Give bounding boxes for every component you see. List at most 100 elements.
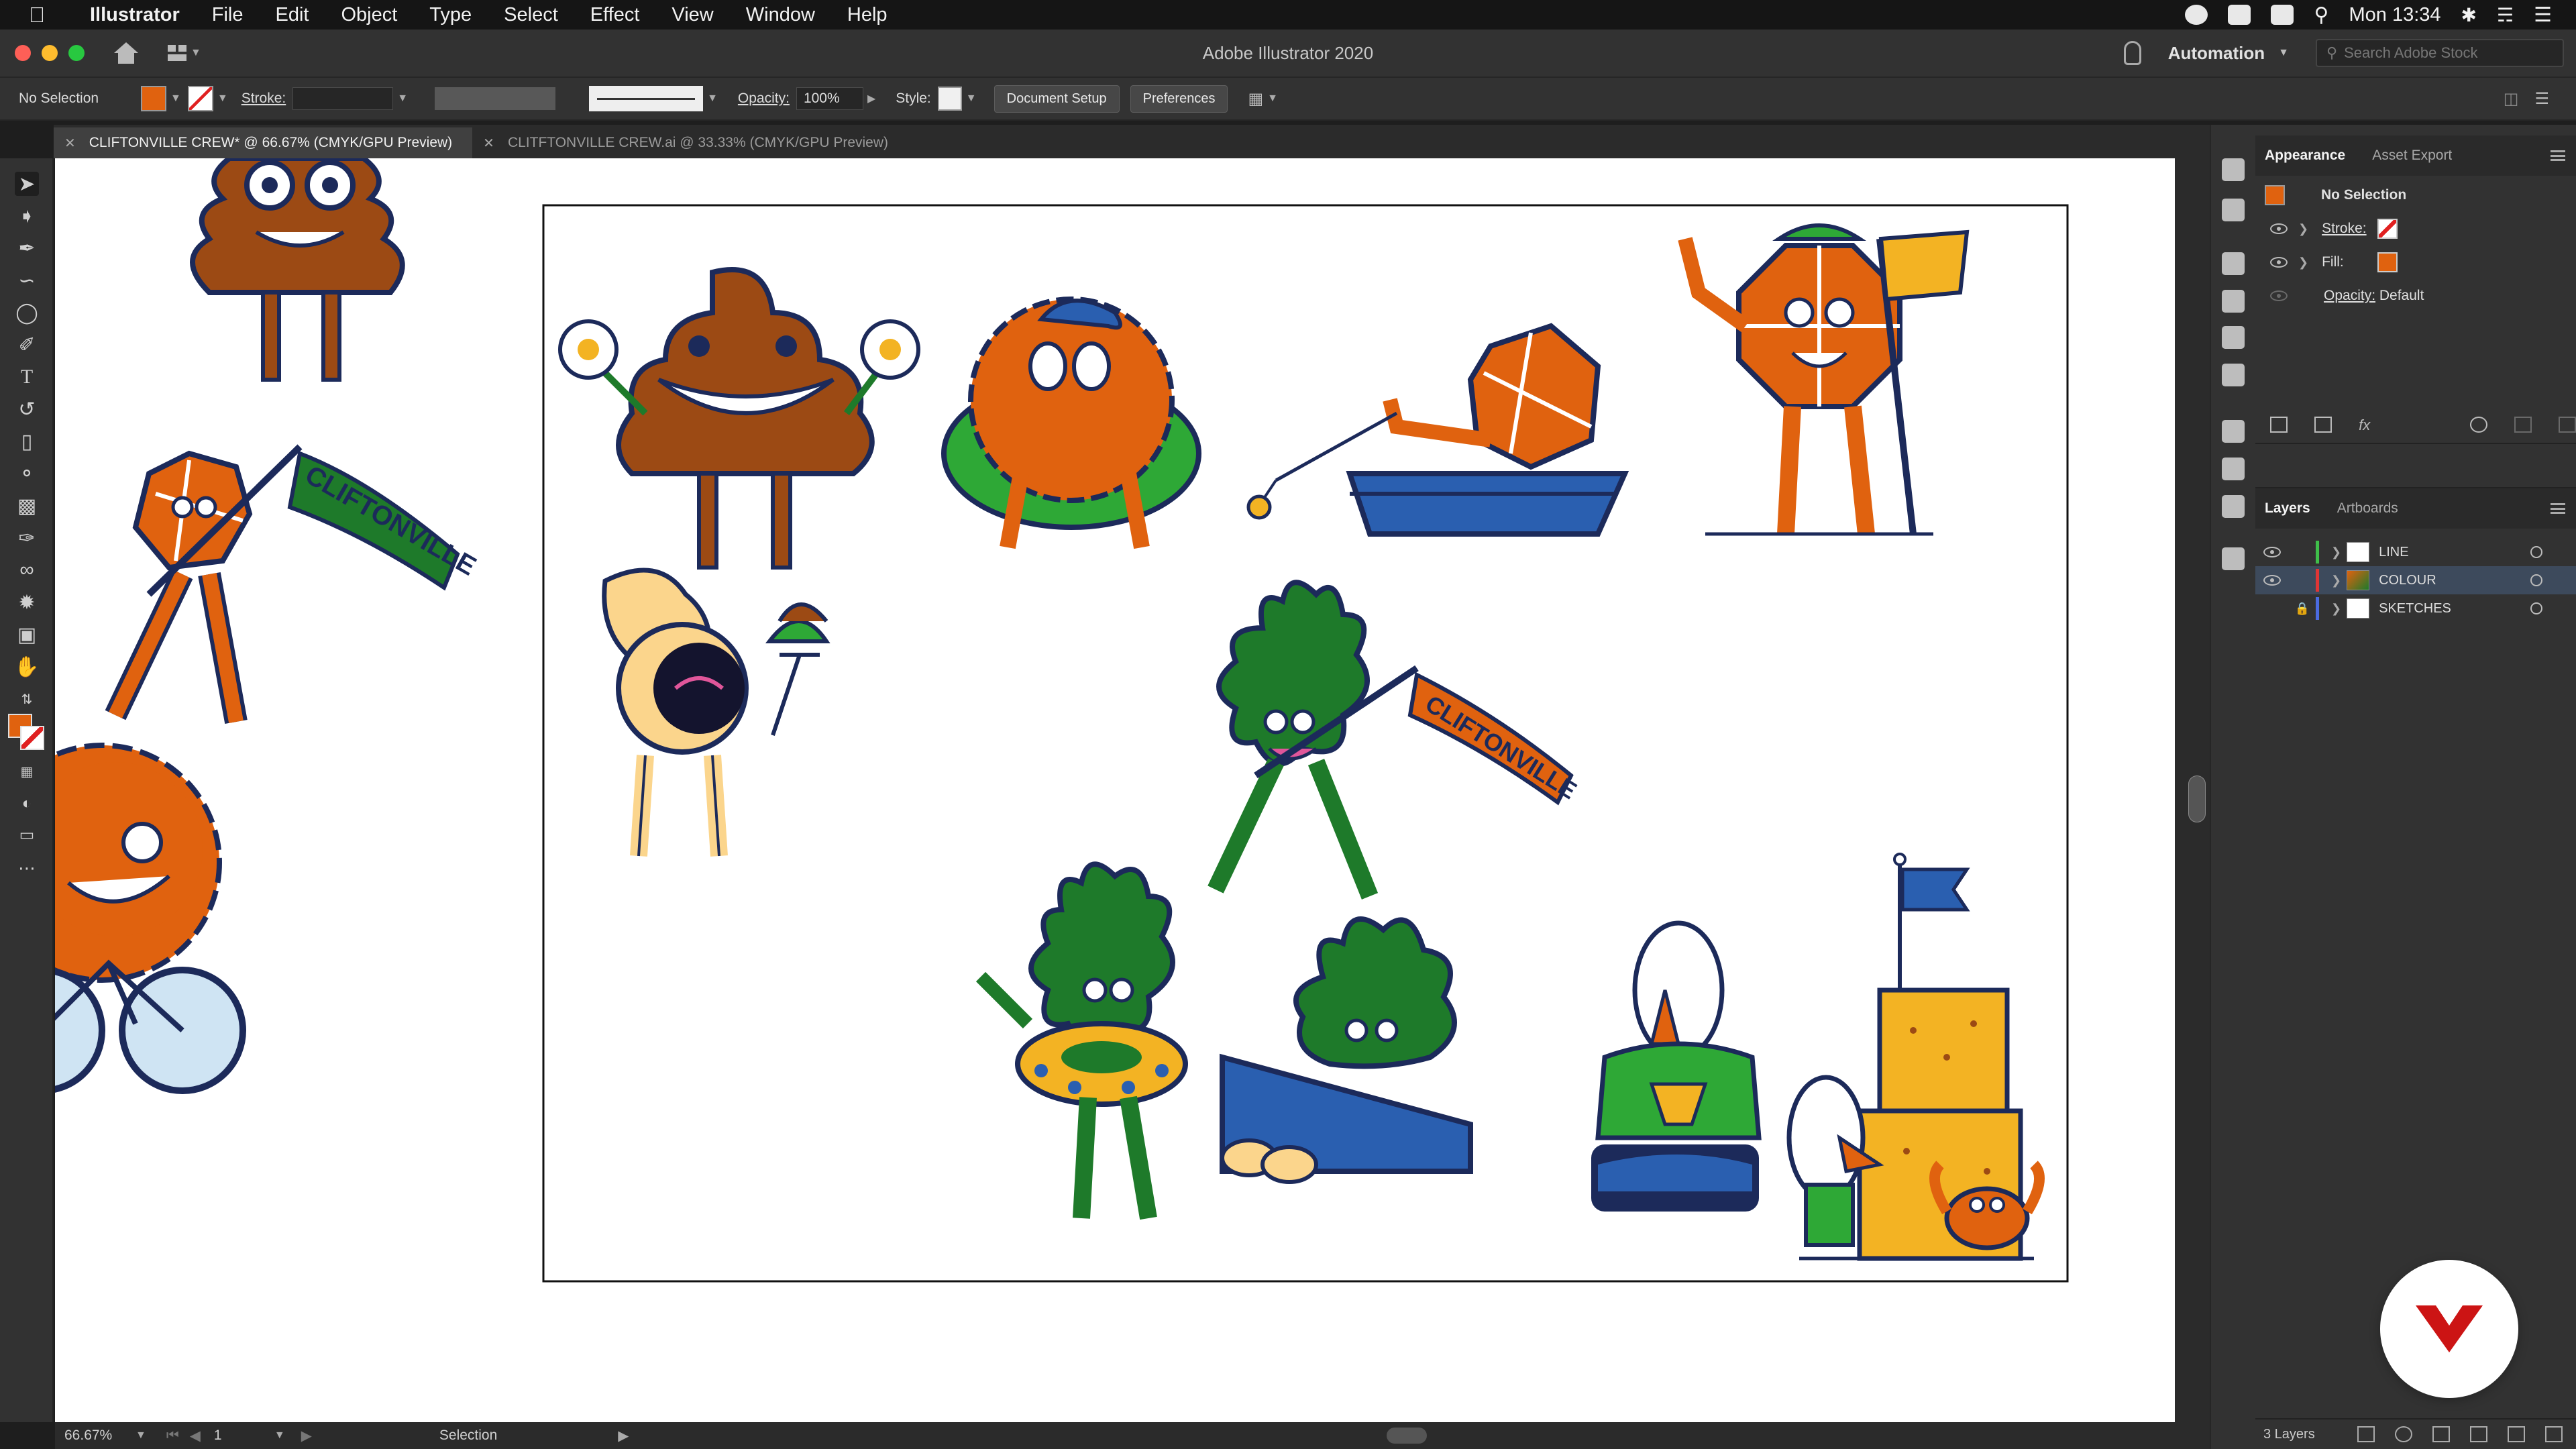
artboard-dropdown-icon[interactable]: ▼ (274, 1430, 285, 1442)
close-tab-icon[interactable]: ✕ (483, 135, 494, 152)
adobe-stock-search-input[interactable]: ⚲ Search Adobe Stock (2316, 39, 2564, 67)
style-dropdown-icon[interactable]: ▼ (966, 93, 977, 105)
fill-dropdown-icon[interactable]: ▼ (170, 93, 181, 105)
locate-object-icon[interactable] (2395, 1426, 2412, 1442)
transform-icon[interactable] (2222, 252, 2245, 275)
wifi-icon[interactable]: ☴ (2497, 4, 2514, 26)
libraries-icon[interactable] (2222, 158, 2245, 181)
status-menu-icon[interactable]: ▶ (618, 1428, 629, 1444)
menu-object[interactable]: Object (325, 4, 413, 26)
selection-tool-icon[interactable]: ➤ (15, 172, 39, 196)
skype-icon[interactable] (2228, 5, 2251, 25)
swap-fill-stroke-icon[interactable]: ⇅ (15, 687, 39, 711)
display-icon[interactable] (2271, 5, 2294, 25)
expand-chevron-icon[interactable]: ❯ (2298, 222, 2308, 236)
curvature-tool-icon[interactable]: ∽ (15, 268, 39, 292)
layer-row-colour[interactable]: ❯ COLOUR (2255, 566, 2576, 594)
hand-tool-icon[interactable]: ✋ (14, 655, 39, 679)
symbol-sprayer-tool-icon[interactable]: ✹ (15, 590, 39, 614)
fill-swatch[interactable] (141, 86, 166, 111)
tab-artboards[interactable]: Artboards (2337, 500, 2398, 517)
export-icon[interactable] (2222, 547, 2245, 570)
graphic-style-swatch[interactable] (937, 87, 962, 111)
graphic-styles-icon[interactable] (2222, 364, 2245, 386)
vertical-scrollbar[interactable] (2175, 158, 2210, 1422)
add-effect-icon[interactable]: fx (2359, 417, 2376, 433)
expand-chevron-icon[interactable]: ❯ (2298, 256, 2308, 270)
document-setup-button[interactable]: Document Setup (994, 85, 1120, 113)
shape-builder-tool-icon[interactable]: ⚬ (15, 462, 39, 486)
layer-visibility-toggle[interactable] (2255, 547, 2289, 557)
visibility-eye-icon[interactable] (2270, 257, 2288, 268)
workspace-switcher[interactable]: Automation ▼ (2168, 43, 2289, 64)
panel-menu-icon[interactable] (2551, 150, 2565, 161)
opacity-field[interactable]: 100% (796, 87, 863, 110)
clipping-mask-icon[interactable] (2432, 1426, 2450, 1442)
home-icon[interactable] (111, 40, 141, 66)
symbols-icon[interactable] (2222, 326, 2245, 349)
appearance-stroke-swatch[interactable] (2377, 219, 2398, 239)
arrange-panels-icon[interactable]: ◫ (2504, 89, 2519, 109)
lock-icon[interactable]: 🔒 (2289, 602, 2316, 616)
bluetooth-icon[interactable]: ✱ (2461, 4, 2477, 26)
spotlight-search-icon[interactable]: ⚲ (2314, 3, 2328, 27)
appearance-stroke-row[interactable]: ❯ Stroke: (2255, 212, 2576, 246)
close-tab-icon[interactable]: ✕ (64, 135, 76, 152)
brush-dropdown-icon[interactable]: ▼ (707, 93, 718, 105)
first-artboard-icon[interactable]: ⏮ (166, 1428, 179, 1444)
tab-asset-export[interactable]: Asset Export (2372, 148, 2452, 164)
notification-center-icon[interactable]: ☰ (2534, 3, 2552, 27)
appearance-fill-row[interactable]: ❯ Fill: (2255, 246, 2576, 279)
preferences-button[interactable]: Preferences (1130, 85, 1228, 113)
tab-clitftonville-crew-ai[interactable]: ✕ CLITFTONVILLE CREW.ai @ 33.33% (CMYK/G… (472, 127, 908, 158)
align-options-icon[interactable]: ▦ (1248, 89, 1263, 109)
ellipse-tool-icon[interactable]: ◯ (15, 301, 39, 325)
layer-visibility-toggle[interactable] (2255, 575, 2289, 586)
canvas[interactable]: CLIFTONVILLE CLIFTONVILLE (55, 158, 2175, 1422)
zoom-window-button[interactable] (68, 45, 85, 61)
transparency-panel-icon[interactable] (2222, 495, 2245, 518)
expand-chevron-icon[interactable]: ❯ (2331, 602, 2341, 616)
tab-layers[interactable]: Layers (2265, 500, 2310, 517)
next-artboard-icon[interactable]: ▶ (301, 1428, 312, 1444)
pen-tool-icon[interactable]: ✒ (15, 236, 39, 260)
layer-target-icon[interactable] (2530, 546, 2542, 558)
gradient-tool-icon[interactable]: ▩ (15, 494, 39, 518)
color-mode-icon[interactable]: ▦ (15, 759, 39, 784)
new-layer-icon[interactable] (2508, 1426, 2525, 1442)
layer-name[interactable]: SKETCHES (2379, 601, 2451, 616)
discover-lightbulb-icon[interactable] (2123, 41, 2141, 65)
properties-icon[interactable] (2222, 199, 2245, 221)
stroke-weight-dropdown-icon[interactable]: ▼ (397, 93, 408, 105)
stroke-panel-icon[interactable] (2222, 420, 2245, 443)
expand-chevron-icon[interactable]: ❯ (2331, 574, 2341, 588)
delete-layer-icon[interactable] (2545, 1426, 2563, 1442)
appearance-fill-swatch[interactable] (2377, 252, 2398, 272)
gradient-panel-icon[interactable] (2222, 458, 2245, 480)
duplicate-item-icon[interactable] (2514, 417, 2532, 433)
add-fill-icon[interactable] (2314, 417, 2332, 433)
stroke-label[interactable]: Stroke: (241, 91, 286, 107)
menu-help[interactable]: Help (831, 4, 904, 26)
opacity-arrow-icon[interactable]: ▶ (867, 92, 875, 105)
menu-select[interactable]: Select (488, 4, 574, 26)
layer-name[interactable]: LINE (2379, 545, 2408, 560)
close-window-button[interactable] (15, 45, 31, 61)
appearance-opacity-row[interactable]: Opacity: Default (2255, 279, 2576, 313)
menu-window[interactable]: Window (730, 4, 831, 26)
minimize-window-button[interactable] (42, 45, 58, 61)
stroke-none-swatch[interactable] (187, 86, 213, 111)
tab-cliftonville-crew[interactable]: ✕ CLIFTONVILLE CREW* @ 66.67% (CMYK/GPU … (54, 127, 473, 158)
menu-view[interactable]: View (655, 4, 729, 26)
align-dropdown-icon[interactable]: ▼ (1267, 93, 1278, 105)
layer-target-icon[interactable] (2530, 574, 2542, 586)
panel-menu-icon[interactable] (2551, 503, 2565, 514)
horizontal-scrollbar-thumb[interactable] (1387, 1428, 1428, 1444)
record-icon[interactable] (2185, 5, 2208, 25)
previous-artboard-icon[interactable]: ◀ (190, 1428, 201, 1444)
type-tool-icon[interactable]: T (15, 365, 39, 389)
visibility-eye-icon[interactable] (2270, 290, 2288, 301)
export-layers-icon[interactable] (2357, 1426, 2375, 1442)
more-tools-icon[interactable]: ⋯ (15, 856, 39, 880)
new-sublayer-icon[interactable] (2470, 1426, 2487, 1442)
